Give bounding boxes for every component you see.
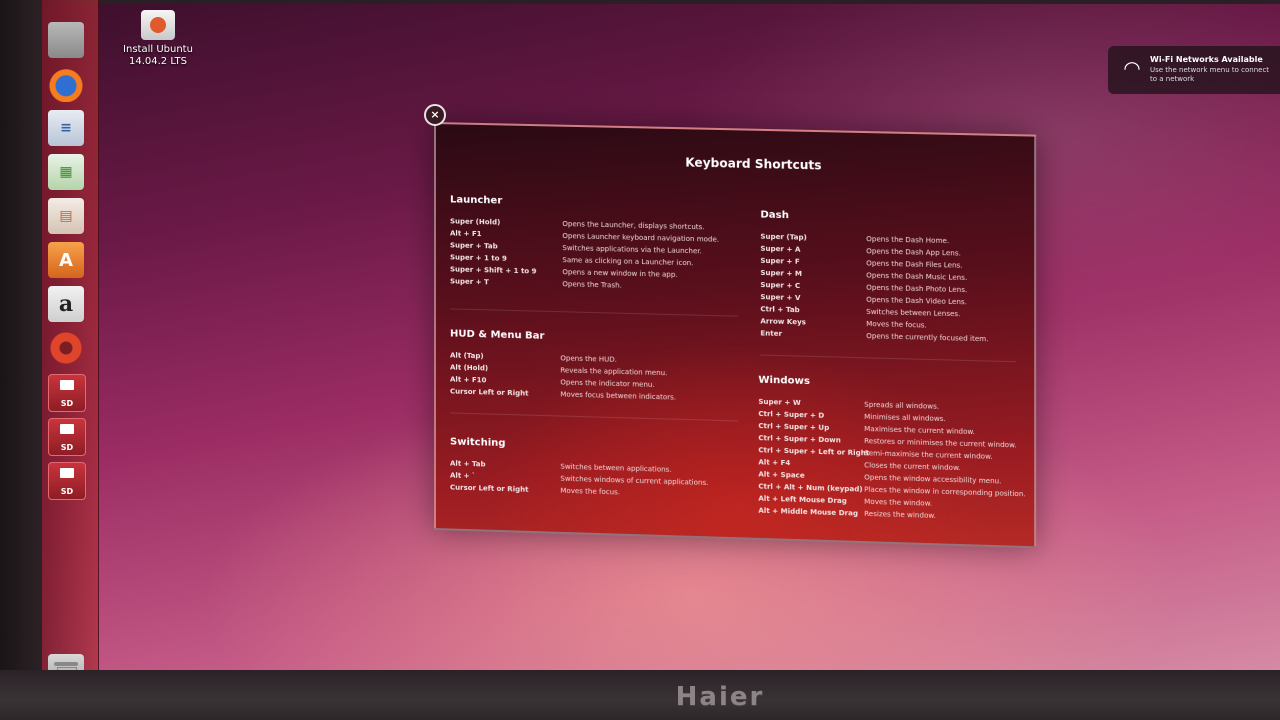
writer-icon[interactable]: ≡	[48, 110, 84, 146]
notification-title: Wi-Fi Networks Available	[1150, 55, 1263, 64]
software-center-glyph: A	[59, 249, 73, 271]
wifi-icon: ◠	[1123, 56, 1141, 80]
sd-label: SD	[60, 487, 74, 496]
monitor-bezel-top	[0, 0, 1280, 4]
firefox-icon[interactable]	[48, 66, 84, 102]
sd-label: SD	[60, 399, 74, 408]
notification-body: Use the network menu to connect to a net…	[1150, 66, 1270, 83]
section-title: Dash	[760, 209, 789, 222]
sd-card-icon[interactable]: SD	[48, 462, 86, 500]
close-overlay-button[interactable]: ×	[424, 104, 446, 126]
shortcut-list: Super (Tap) Opens the Dash Home. Super + A…	[760, 231, 988, 346]
impress-glyph: ▤	[59, 208, 73, 224]
sd-label: SD	[60, 443, 74, 452]
section-launcher: Launcher Super (Hold) Opens the Launcher,…	[450, 194, 719, 294]
impress-icon[interactable]: ▤	[48, 198, 84, 234]
section-switching: Switching Alt + Tab Switches between appl…	[450, 436, 708, 501]
shortcut-list: Super + W Spreads all windows. Ctrl + Supe…	[758, 396, 1025, 525]
monitor-brand-logo: Haier	[675, 682, 765, 712]
divider	[450, 308, 739, 317]
section-title: HUD & Menu Bar	[450, 328, 545, 342]
section-hud: HUD & Menu Bar Alt (Tap) Opens the HUD. Al…	[450, 328, 676, 403]
keyboard-shortcuts-overlay: Keyboard Shortcuts Launcher Super (Hold)…	[434, 122, 1037, 549]
divider	[760, 354, 1016, 363]
writer-glyph: ≡	[60, 120, 72, 136]
shortcut-description: Moves focus between indicators.	[560, 390, 677, 402]
shortcut-list: Alt + Tab Switches between applications. A…	[450, 457, 708, 501]
desktop-icon-label: Install Ubuntu 14.04.2 LTS	[118, 44, 198, 68]
section-title: Switching	[450, 436, 506, 450]
software-center-icon[interactable]: A	[48, 242, 84, 278]
shortcut-key: Alt + Middle Mouse Drag	[758, 506, 859, 518]
install-ubuntu-desktop-icon[interactable]: Install Ubuntu 14.04.2 LTS	[118, 10, 198, 68]
shortcut-list: Alt (Tap) Opens the HUD. Alt (Hold) Reveals…	[450, 349, 676, 403]
sd-slot	[60, 424, 74, 434]
monitor-bezel-left	[0, 0, 42, 720]
notification-bubble: ◠ Wi-Fi Networks Available Use the netwo…	[1108, 46, 1280, 94]
files-icon[interactable]	[48, 22, 84, 58]
amazon-icon[interactable]: a	[48, 286, 84, 322]
shortcut-key: Enter	[760, 329, 783, 338]
shortcut-list: Super (Hold) Opens the Launcher, displays…	[450, 215, 719, 294]
sd-card-icon[interactable]: SD	[48, 418, 86, 456]
trash-lid	[54, 662, 78, 666]
amazon-glyph: a	[58, 291, 74, 317]
section-title: Windows	[758, 374, 810, 388]
shortcut-description: Opens the Trash.	[562, 280, 622, 290]
calc-icon[interactable]: ▦	[48, 154, 84, 190]
shortcut-description: Resizes the window.	[864, 509, 936, 520]
shortcut-key: Cursor Left or Right	[450, 483, 529, 494]
shortcut-description: Moves the focus.	[560, 486, 621, 497]
section-windows: Windows Super + W Spreads all windows. Ctr…	[758, 375, 1025, 525]
shortcut-description: Opens the currently focused item.	[866, 332, 989, 344]
section-dash: Dash Super (Tap) Opens the Dash Home. Supe…	[760, 209, 988, 345]
sd-card-icon[interactable]: SD	[48, 374, 86, 412]
desktop-icon-label-line1: Install Ubuntu	[123, 44, 193, 55]
shortcut-key: Super + T	[450, 277, 489, 287]
shortcut-key: Cursor Left or Right	[450, 387, 529, 398]
calc-glyph: ▦	[59, 164, 73, 180]
settings-icon[interactable]	[48, 330, 84, 366]
close-icon: ×	[430, 108, 440, 121]
installer-icon	[141, 10, 175, 40]
desktop-icon-label-line2: 14.04.2 LTS	[129, 56, 187, 67]
divider	[450, 412, 739, 422]
sd-slot	[60, 380, 74, 390]
overlay-title: Keyboard Shortcuts	[685, 155, 822, 173]
sd-slot	[60, 468, 74, 478]
launcher: ≡ ▦ ▤ A a SD SD SD	[42, 0, 99, 692]
section-title: Launcher	[450, 194, 503, 207]
